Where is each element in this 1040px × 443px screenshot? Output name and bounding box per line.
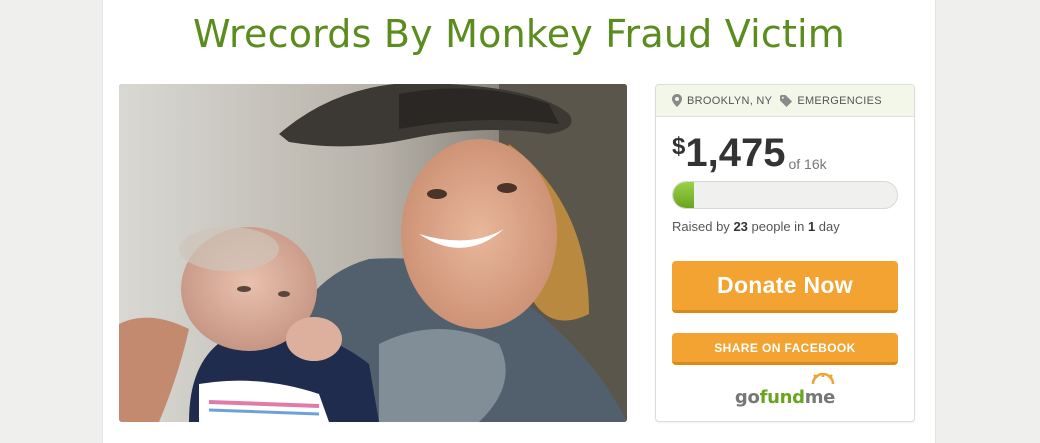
donate-now-button[interactable]: Donate Now (672, 261, 898, 313)
category-label[interactable]: EMERGENCIES (797, 95, 882, 107)
raised-summary: Raised by 23 people in 1 day (672, 219, 840, 234)
progress-fill (673, 182, 694, 208)
location-label[interactable]: BROOKLYN, NY (687, 95, 772, 107)
photo-illustration (119, 84, 627, 422)
tag-icon (780, 94, 793, 107)
raised-mid: people in (751, 219, 805, 234)
gofundme-logo[interactable]: gofundme (656, 373, 914, 408)
page-title: Wrecords By Monkey Fraud Victim (192, 12, 846, 56)
people-count: 23 (733, 219, 748, 234)
campaign-photo[interactable] (119, 84, 627, 422)
map-pin-icon (672, 94, 682, 107)
goal-label: of 16k (788, 156, 827, 172)
logo-fund: fund (759, 387, 805, 408)
days-count: 1 (807, 219, 816, 234)
campaign-meta-bar: BROOKLYN, NY EMERGENCIES (656, 85, 914, 117)
campaign-page: Wrecords By Monkey Fraud Victim BROOKLYN… (102, 0, 936, 443)
logo-me: me (804, 387, 836, 408)
amount-raised: $ 1,475 of 16k (672, 129, 827, 177)
share-facebook-button[interactable]: SHARE ON FACEBOOK (672, 333, 898, 365)
currency-symbol: $ (672, 133, 686, 160)
raised-amount: 1,475 (685, 131, 786, 175)
donation-card: BROOKLYN, NY EMERGENCIES $ 1,475 of 16k … (655, 84, 915, 422)
raised-prefix: Raised by (672, 219, 730, 234)
logo-go: go (734, 387, 760, 408)
raised-suffix: day (818, 219, 840, 234)
progress-bar (672, 181, 898, 209)
sun-icon (656, 373, 914, 387)
